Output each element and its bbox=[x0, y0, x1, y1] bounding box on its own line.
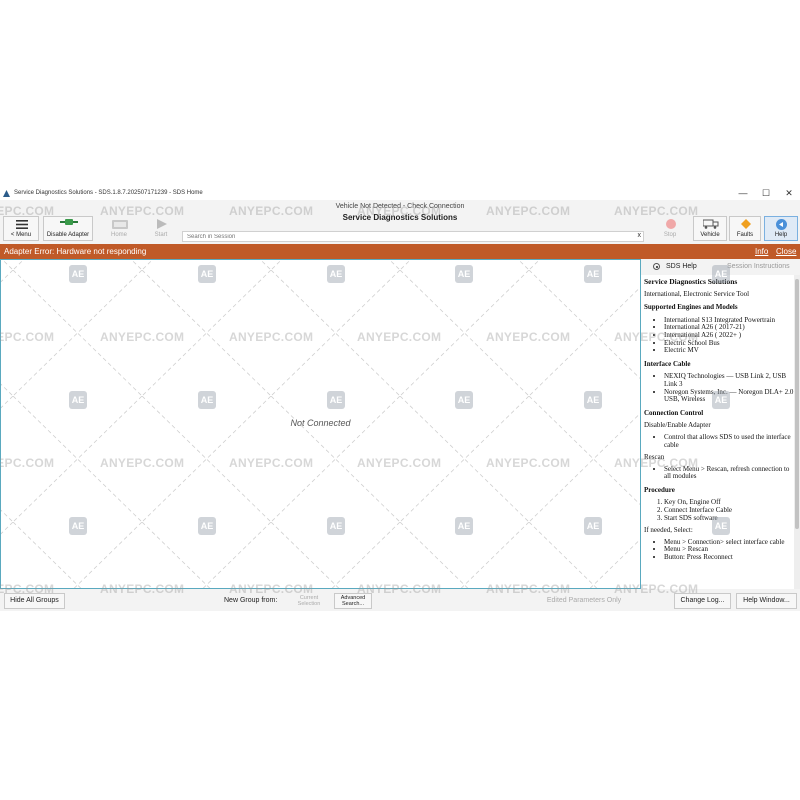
rescan-list: Select Menu > Rescan, refresh connection… bbox=[644, 465, 794, 481]
help-icon bbox=[776, 219, 787, 230]
fault-warning-icon bbox=[741, 219, 751, 229]
maximize-button[interactable]: ☐ bbox=[756, 187, 776, 200]
list-item: Control that allows SDS to used the inte… bbox=[664, 433, 794, 449]
connection-text: Disable/Enable Adapter bbox=[644, 421, 711, 430]
tab-session-instructions[interactable]: Session Instructions bbox=[727, 263, 790, 270]
list-item: Select Menu > Rescan, refresh connection… bbox=[664, 465, 794, 481]
procedure-list: Key On, Engine Off Connect Interface Cab… bbox=[644, 499, 794, 522]
toolbar: Vehicle Not Detected - Check Connection … bbox=[0, 200, 800, 244]
connection-status-text: Not Connected bbox=[290, 418, 351, 428]
adapter-error-bar: Adapter Error: Hardware not responding I… bbox=[0, 244, 800, 259]
engines-heading: Supported Engines and Models bbox=[644, 303, 738, 312]
vehicle-button-label: Vehicle bbox=[700, 232, 720, 238]
start-button-label: Start bbox=[154, 232, 168, 238]
hide-all-groups-button[interactable]: Hide All Groups bbox=[4, 593, 65, 609]
app-logo-icon bbox=[3, 190, 10, 197]
bottom-bar: Hide All Groups New Group from: Current … bbox=[0, 589, 800, 611]
stop-button-label: Stop bbox=[663, 232, 677, 238]
advanced-search-button[interactable]: Advanced Search... bbox=[334, 593, 372, 609]
disable-adapter-label: Disable Adapter bbox=[46, 232, 90, 238]
help-scrollbar[interactable] bbox=[794, 275, 800, 589]
list-item: NEXIQ Technologies — USB Link 2, USB Lin… bbox=[664, 372, 794, 388]
home-button-label: Home bbox=[110, 232, 127, 238]
list-item: Button: Press Reconnect bbox=[664, 553, 794, 562]
play-icon bbox=[157, 219, 167, 229]
list-item: Start SDS software bbox=[664, 514, 794, 523]
cable-list: NEXIQ Technologies — USB Link 2, USB Lin… bbox=[644, 372, 794, 404]
new-group-label: New Group from: bbox=[224, 597, 278, 604]
truck-icon bbox=[703, 219, 719, 229]
if-needed-text: If needed, Select: bbox=[644, 526, 693, 535]
change-log-button[interactable]: Change Log... bbox=[674, 593, 731, 609]
help-tab-radio[interactable] bbox=[653, 263, 660, 270]
info-link[interactable]: Info bbox=[755, 247, 768, 256]
vehicle-status-text: Vehicle Not Detected - Check Connection bbox=[335, 203, 465, 210]
close-window-button[interactable]: ✕ bbox=[779, 187, 799, 200]
help-scrollbar-thumb[interactable] bbox=[795, 279, 799, 529]
procedure-heading: Procedure bbox=[644, 485, 675, 494]
start-button[interactable]: Start bbox=[146, 216, 176, 241]
clear-search-icon[interactable]: x bbox=[638, 232, 642, 239]
help-window-button[interactable]: Help Window... bbox=[736, 593, 797, 609]
engines-list: International S13 Integrated Powertrain … bbox=[644, 316, 794, 355]
list-item: Noregon Systems, Inc. — Noregon DLA+ 2.0… bbox=[664, 388, 794, 404]
help-tab-bar: SDS Help Session Instructions bbox=[641, 259, 800, 275]
stop-button[interactable]: Stop bbox=[655, 216, 685, 241]
session-search[interactable]: x bbox=[182, 231, 644, 242]
list-item: Electric MV bbox=[664, 347, 794, 355]
rescan-heading: Rescan bbox=[644, 453, 665, 462]
cable-heading: Interface Cable bbox=[644, 359, 691, 368]
connection-heading: Connection Control bbox=[644, 408, 704, 417]
adapter-plug-icon bbox=[60, 219, 78, 225]
help-title: Service Diagnostics Solutions bbox=[644, 277, 738, 286]
hamburger-icon bbox=[16, 220, 28, 229]
minimize-button[interactable]: — bbox=[733, 187, 753, 200]
help-button-label: Help bbox=[774, 232, 788, 238]
title-bar: Service Diagnostics Solutions - SDS.1.8.… bbox=[0, 187, 800, 200]
vehicle-button[interactable]: Vehicle bbox=[693, 216, 727, 241]
if-needed-list: Menu > Connection> select interface cabl… bbox=[644, 538, 794, 562]
faults-button-label: Faults bbox=[736, 232, 754, 238]
menu-button-label: < Menu bbox=[10, 232, 32, 238]
window-title: Service Diagnostics Solutions - SDS.1.8.… bbox=[14, 190, 203, 196]
edited-parameters-only-button[interactable]: Edited Parameters Only bbox=[540, 593, 628, 609]
app-window: Service Diagnostics Solutions - SDS.1.8.… bbox=[0, 187, 800, 611]
home-icon bbox=[112, 220, 128, 229]
parameter-canvas: Not Connected bbox=[0, 259, 641, 589]
home-button[interactable]: Home bbox=[102, 216, 136, 241]
tab-sds-help[interactable]: SDS Help bbox=[666, 263, 697, 270]
connection-list: Control that allows SDS to used the inte… bbox=[644, 433, 794, 449]
current-selection-button[interactable]: Current Selection bbox=[290, 593, 328, 609]
disable-adapter-button[interactable]: Disable Adapter bbox=[43, 216, 93, 241]
close-error-link[interactable]: Close bbox=[776, 247, 796, 256]
help-button[interactable]: Help bbox=[764, 216, 798, 241]
help-pane: SDS Help Session Instructions Service Di… bbox=[641, 259, 800, 589]
help-content: Service Diagnostics Solutions Internatio… bbox=[644, 276, 794, 589]
menu-button[interactable]: < Menu bbox=[3, 216, 39, 241]
search-input[interactable] bbox=[183, 232, 627, 241]
stop-icon bbox=[666, 219, 676, 229]
faults-button[interactable]: Faults bbox=[729, 216, 761, 241]
help-subtitle: International, Electronic Service Tool bbox=[644, 289, 750, 298]
error-message: Adapter Error: Hardware not responding bbox=[4, 247, 147, 256]
